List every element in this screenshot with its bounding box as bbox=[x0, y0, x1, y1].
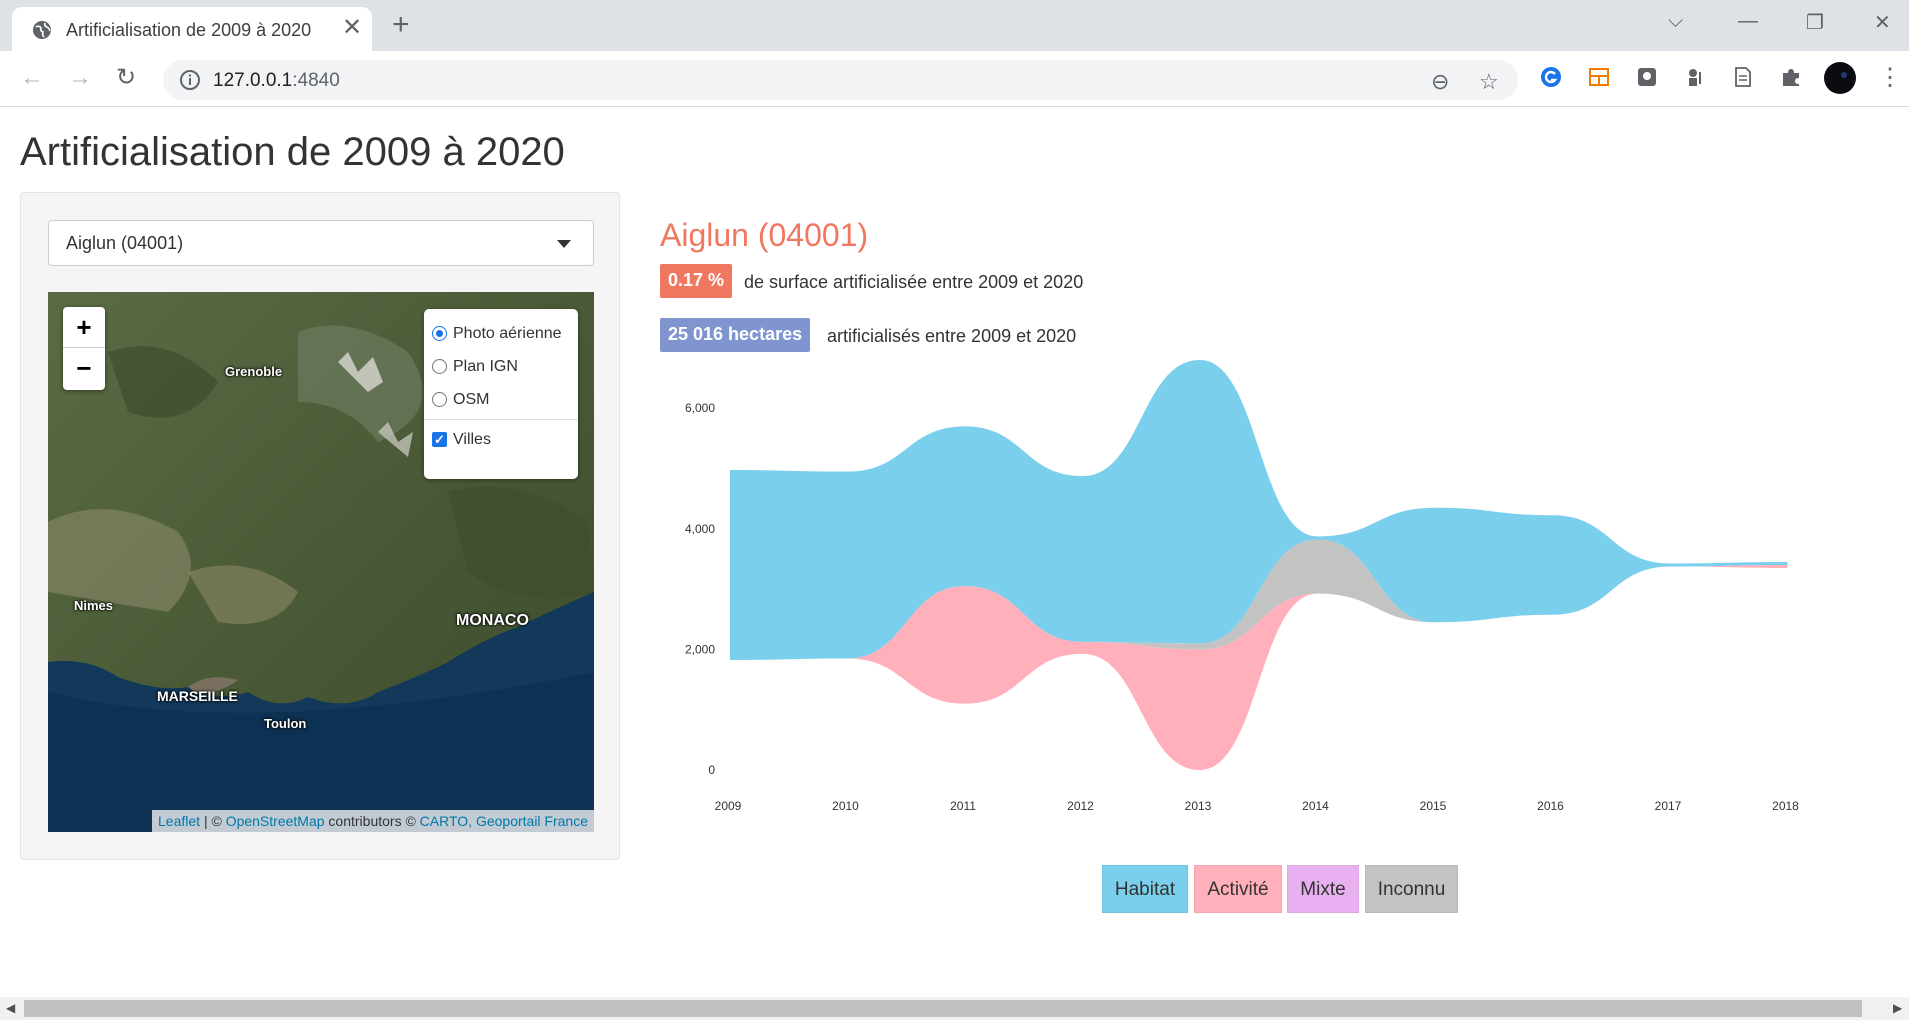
close-window-icon[interactable]: ✕ bbox=[1874, 10, 1891, 35]
sidebar-panel: Aiglun (04001) Grenoble Nimes MONACO MAR… bbox=[20, 192, 620, 860]
hectares-text: artificialisés entre 2009 et 2020 bbox=[827, 326, 1077, 346]
y-tick-label: 0 bbox=[708, 763, 715, 777]
url-text: 127.0.0.1:4840 bbox=[213, 70, 340, 92]
page-title: Artificialisation de 2009 à 2020 bbox=[20, 130, 565, 174]
city-label: Toulon bbox=[264, 716, 307, 731]
scrollbar-thumb[interactable] bbox=[24, 1000, 1862, 1017]
leaflet-map[interactable]: Grenoble Nimes MONACO MARSEILLE Toulon +… bbox=[48, 292, 594, 832]
x-tick-label: 2014 bbox=[1302, 799, 1329, 813]
layers-control: Photo aérienne Plan IGN OSM ✓ Villes bbox=[424, 309, 578, 479]
attribution-mid: contributors © bbox=[324, 813, 420, 829]
commune-title: Aiglun (04001) bbox=[660, 217, 869, 253]
zoom-in-button[interactable]: + bbox=[63, 307, 105, 348]
minimize-icon[interactable]: — bbox=[1738, 10, 1758, 33]
extension-document-icon[interactable] bbox=[1732, 66, 1754, 88]
hectares-badge: 25 016 hectares bbox=[660, 318, 811, 352]
layer-option-plan-ign[interactable]: Plan IGN bbox=[432, 350, 570, 383]
percent-badge: 0.17 % bbox=[660, 264, 733, 298]
x-tick-label: 2018 bbox=[1772, 799, 1799, 813]
y-tick-label: 2,000 bbox=[685, 642, 715, 656]
bookmark-star-icon[interactable]: ☆ bbox=[1479, 69, 1499, 95]
x-tick-label: 2012 bbox=[1067, 799, 1094, 813]
x-tick-label: 2015 bbox=[1420, 799, 1447, 813]
scroll-right-icon[interactable]: ▶ bbox=[1893, 1001, 1902, 1015]
map-zoom-control: + − bbox=[63, 307, 105, 390]
scroll-left-icon[interactable]: ◀ bbox=[6, 1001, 15, 1015]
commune-select[interactable]: Aiglun (04001) bbox=[48, 220, 594, 266]
carto-link[interactable]: CARTO, Geoportail France bbox=[420, 813, 588, 829]
x-tick-label: 2017 bbox=[1655, 799, 1682, 813]
globe-icon bbox=[33, 21, 51, 39]
osm-link[interactable]: OpenStreetMap bbox=[226, 813, 325, 829]
legend-button-inconnu[interactable]: Inconnu bbox=[1365, 865, 1458, 913]
extensions-puzzle-icon[interactable] bbox=[1780, 66, 1802, 88]
tab-title: Artificialisation de 2009 à 2020 bbox=[66, 20, 312, 40]
tab-close-icon[interactable]: ✕ bbox=[342, 16, 362, 40]
browser-tab-bar: Artificialisation de 2009 à 2020 ✕ + ⌵ —… bbox=[0, 0, 1909, 51]
radio-unselected[interactable] bbox=[432, 392, 447, 407]
tab-search-icon[interactable]: ⌵ bbox=[1668, 10, 1683, 33]
restore-icon[interactable]: ❐ bbox=[1806, 10, 1824, 35]
address-bar[interactable]: 127.0.0.1:4840 ⊖ ☆ bbox=[163, 60, 1518, 100]
y-tick-label: 6,000 bbox=[685, 401, 715, 415]
chevron-down-icon bbox=[557, 240, 571, 248]
checkbox-checked-icon[interactable]: ✓ bbox=[432, 432, 447, 447]
layer-label: OSM bbox=[453, 390, 490, 408]
x-tick-label: 2016 bbox=[1537, 799, 1564, 813]
overlay-option-villes[interactable]: ✓ Villes bbox=[432, 423, 570, 456]
extension-ghost-icon[interactable] bbox=[1636, 66, 1658, 88]
url-port: :4840 bbox=[292, 70, 340, 91]
map-attribution: Leaflet | © OpenStreetMap contributors ©… bbox=[152, 810, 594, 832]
legend-button-mixte[interactable]: Mixte bbox=[1287, 865, 1359, 913]
layers-divider bbox=[424, 419, 578, 420]
city-label: Grenoble bbox=[225, 364, 283, 379]
overlay-label: Villes bbox=[453, 430, 491, 448]
reload-icon[interactable]: ↻ bbox=[116, 65, 136, 91]
radio-selected[interactable] bbox=[432, 326, 447, 341]
url-host: 127.0.0.1 bbox=[213, 70, 293, 91]
layer-label: Plan IGN bbox=[453, 357, 518, 375]
horizontal-scrollbar[interactable]: ◀ ▶ bbox=[0, 997, 1909, 1020]
forward-icon[interactable]: → bbox=[68, 65, 92, 91]
city-label: MARSEILLE bbox=[157, 688, 238, 704]
city-label: MONACO bbox=[456, 612, 529, 629]
browser-tab[interactable]: Artificialisation de 2009 à 2020 ✕ bbox=[12, 7, 372, 51]
zoom-out-icon[interactable]: ⊖ bbox=[1431, 69, 1449, 95]
browser-toolbar: ← → ↻ 127.0.0.1:4840 ⊖ ☆ ⋮ bbox=[0, 51, 1909, 107]
new-tab-icon[interactable]: + bbox=[392, 10, 410, 40]
x-tick-label: 2010 bbox=[832, 799, 859, 813]
extension-layout-icon[interactable] bbox=[1588, 66, 1610, 88]
layer-option-osm[interactable]: OSM bbox=[432, 383, 570, 416]
y-tick-label: 4,000 bbox=[685, 522, 715, 536]
x-tick-label: 2013 bbox=[1185, 799, 1212, 813]
back-icon[interactable]: ← bbox=[20, 65, 44, 91]
percent-text: de surface artificialisée entre 2009 et … bbox=[744, 272, 1084, 292]
leaflet-link[interactable]: Leaflet bbox=[158, 813, 200, 829]
legend-button-habitat[interactable]: Habitat bbox=[1102, 865, 1188, 913]
x-tick-label: 2009 bbox=[715, 799, 742, 813]
zoom-out-button[interactable]: − bbox=[63, 348, 105, 389]
layer-label: Photo aérienne bbox=[453, 324, 562, 342]
layer-option-photo[interactable]: Photo aérienne bbox=[432, 317, 570, 350]
radio-unselected[interactable] bbox=[432, 359, 447, 374]
city-label: Nimes bbox=[74, 598, 114, 613]
extension-g-icon[interactable] bbox=[1540, 66, 1562, 88]
profile-avatar-icon[interactable] bbox=[1824, 62, 1856, 94]
commune-select-value: Aiglun (04001) bbox=[66, 233, 184, 253]
streamgraph-chart[interactable]: 0 2,000 4,000 6,000 2009 2010 2011 2012 2013 2014… bbox=[660, 360, 1909, 820]
browser-menu-icon[interactable]: ⋮ bbox=[1878, 65, 1902, 91]
x-tick-label: 2011 bbox=[950, 799, 976, 813]
info-icon[interactable] bbox=[179, 69, 201, 91]
extension-person-icon[interactable] bbox=[1684, 66, 1706, 88]
legend-button-activit[interactable]: Activité bbox=[1194, 865, 1282, 913]
attribution-sep: | © bbox=[200, 813, 226, 829]
